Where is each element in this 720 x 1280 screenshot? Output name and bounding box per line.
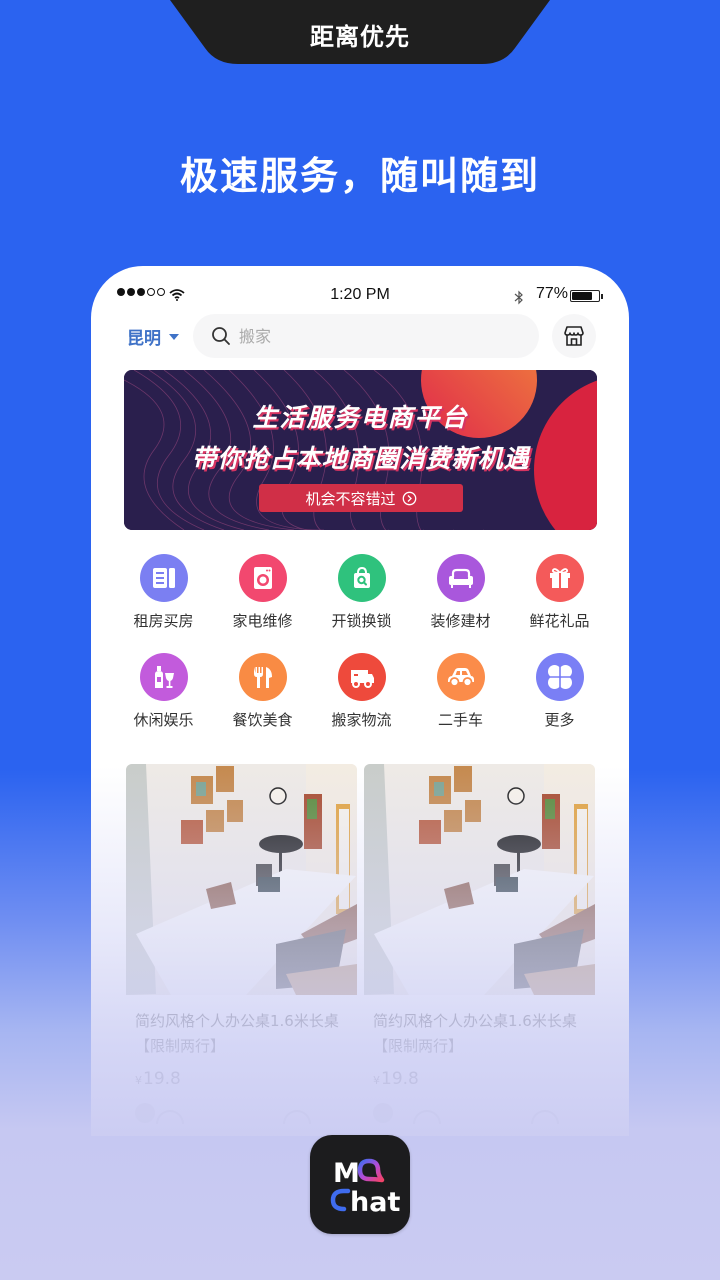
tab-message-icon[interactable] (413, 1110, 441, 1124)
tab-home-icon[interactable] (156, 1110, 184, 1124)
product-price: ¥19.8 (126, 1069, 357, 1089)
gift-icon (549, 568, 570, 588)
cutlery-icon (253, 667, 272, 688)
price-value: 19.8 (143, 1069, 181, 1089)
battery-percent: 77% (536, 285, 569, 302)
city-selector[interactable]: 昆明 (127, 324, 179, 349)
product-title: 简约风格个人办公桌1.6米长桌【限制两行】 (135, 1012, 339, 1055)
category-label: 搬家物流 (331, 711, 392, 729)
app-logo: M hat (310, 1135, 410, 1234)
office-desk-photo (126, 764, 357, 995)
category-item[interactable]: 开锁换锁 (312, 554, 411, 631)
category-item[interactable]: 餐饮美食 (213, 653, 312, 730)
city-name: 昆明 (127, 329, 161, 349)
washing-machine-icon (253, 567, 272, 589)
category-item[interactable]: 装修建材 (411, 554, 510, 631)
truck-icon (350, 670, 374, 688)
category-label: 更多 (544, 711, 575, 729)
product-grid: 简约风格个人办公桌1.6米长桌【限制两行】 ¥19.8 简约风格个人办公桌1.6… (126, 764, 596, 1123)
category-item[interactable]: 鲜花礼品 (510, 554, 609, 631)
more-grid-icon (545, 663, 574, 691)
category-label: 休闲娱乐 (133, 711, 194, 729)
search-input[interactable] (239, 326, 519, 346)
category-item[interactable]: 休闲娱乐 (114, 653, 213, 730)
cat-bg-3 (436, 554, 485, 602)
category-item[interactable]: 家电维修 (213, 554, 312, 631)
banner-cta-label: 机会不容错过 (305, 489, 396, 508)
category-label: 二手车 (437, 711, 483, 729)
arrow-circle-right-icon (402, 491, 416, 505)
wine-icon (154, 666, 174, 688)
caret-down-icon (169, 333, 179, 340)
promo-top-tab: 距离优先 (170, 0, 550, 64)
promo-banner[interactable]: 生活服务电商平台 带你抢占本地商圈消费新机遇 机会不容错过 (124, 370, 597, 530)
mqchat-logo-icon: M hat (330, 1158, 400, 1218)
logo-hat: hat (350, 1187, 400, 1218)
tab-label: 距离优先 (310, 23, 410, 51)
currency-symbol: ¥ (373, 1074, 380, 1087)
tab-profile-icon[interactable] (531, 1110, 559, 1124)
store-icon (564, 326, 584, 346)
cat-bg-4 (535, 554, 584, 602)
cat-bg-2 (337, 554, 386, 602)
category-item[interactable]: 租房买房 (114, 554, 213, 631)
status-bar: 1:20 PM 77% (91, 284, 629, 308)
banner-title: 生活服务电商平台 (252, 403, 469, 432)
logo-m: M (333, 1158, 360, 1189)
product-image[interactable] (364, 764, 595, 995)
bag-search-icon (353, 566, 370, 588)
tab-discover-icon[interactable] (283, 1110, 311, 1124)
battery-icon (570, 290, 600, 302)
search-bar[interactable] (193, 314, 539, 358)
category-item[interactable]: 二手车 (411, 653, 510, 730)
currency-symbol: ¥ (135, 1074, 142, 1087)
category-item[interactable]: 更多 (510, 653, 609, 730)
search-icon (212, 327, 230, 345)
cat-bg-5 (139, 653, 188, 701)
category-label: 开锁换锁 (331, 612, 392, 630)
product-image[interactable] (126, 764, 357, 995)
cat-bg-6 (238, 653, 287, 701)
category-label: 租房买房 (133, 612, 194, 630)
cat-bg-9 (535, 653, 584, 701)
phone-screen: 1:20 PM 77% 昆明 搬家 生活服务电商平台 带你抢占本地商圈消费新机遇… (91, 266, 629, 1136)
cat-bg-8 (436, 653, 485, 701)
sofa-icon (448, 568, 473, 588)
product-card[interactable]: 简约风格个人办公桌1.6米长桌【限制两行】 ¥19.8 (126, 764, 357, 1123)
price-value: 19.8 (381, 1069, 419, 1089)
office-desk-photo (364, 764, 595, 995)
category-label: 装修建材 (430, 612, 491, 630)
product-card[interactable]: 简约风格个人办公桌1.6米长桌【限制两行】 ¥19.8 (364, 764, 595, 1123)
category-label: 鲜花礼品 (529, 612, 590, 630)
category-label: 家电维修 (232, 612, 293, 630)
bottom-tab-bar (91, 1104, 629, 1134)
battery-tip (601, 294, 603, 299)
product-title: 简约风格个人办公桌1.6米长桌【限制两行】 (373, 1012, 577, 1055)
cat-bg-1 (238, 554, 287, 602)
category-grid: 租房买房 家电维修 开锁换锁 装修建材 鲜花礼品 休闲娱乐 餐饮美食 搬家物流 … (114, 554, 609, 730)
car-icon (447, 668, 474, 687)
promo-headline: 极速服务，随叫随到 (179, 154, 540, 198)
banner-cta-button[interactable]: 机会不容错过 (259, 484, 463, 512)
store-button[interactable] (552, 314, 596, 358)
cat-bg-7 (337, 653, 386, 701)
document-icon (152, 568, 175, 588)
category-item[interactable]: 搬家物流 (312, 653, 411, 730)
cat-bg-0 (139, 554, 188, 602)
product-price: ¥19.8 (364, 1069, 595, 1089)
bluetooth-icon (514, 290, 523, 305)
banner-subtitle: 带你抢占本地商圈消费新机遇 (191, 444, 530, 473)
category-label: 餐饮美食 (232, 711, 293, 729)
